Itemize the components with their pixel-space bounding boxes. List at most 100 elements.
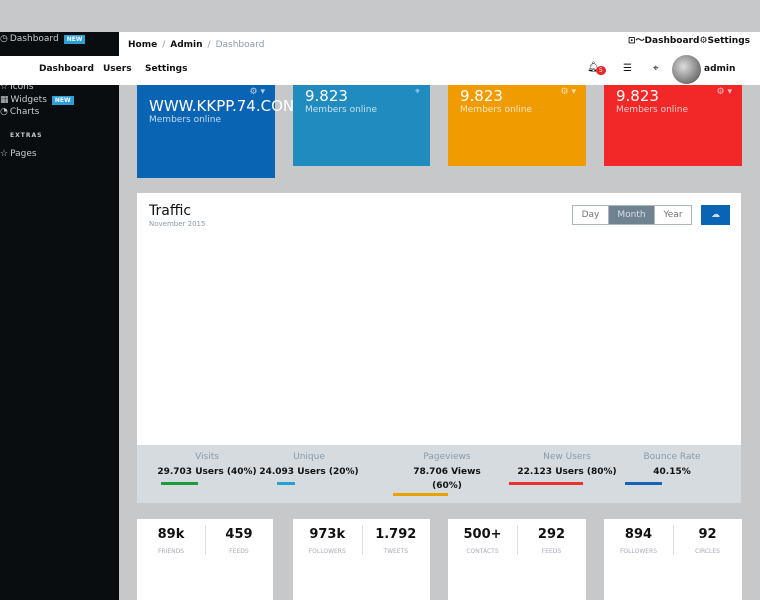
dashboard-icon: ◷: [0, 34, 8, 44]
stat-value: 29.703 Users (40%): [157, 467, 257, 477]
sidebar-section-extras: EXTRAS: [10, 132, 43, 139]
social-value: 973k: [309, 527, 346, 542]
social-stat: 92 CIRCLES: [673, 527, 742, 555]
stat-title: New Users: [543, 452, 591, 462]
social-label: FOLLOWERS: [619, 548, 658, 555]
stat-progress-bar: [393, 493, 449, 496]
stat-progress-bar: [277, 482, 296, 485]
social-value: 894: [624, 527, 653, 542]
social-stat: 500+ CONTACTS: [448, 527, 517, 555]
social-stat: 459 FEEDS: [205, 527, 273, 555]
divider: [361, 525, 363, 555]
cloud-download-button[interactable]: ☁: [701, 205, 730, 225]
stat-new-users: New Users 22.123 Users (80%): [509, 452, 625, 479]
top-nav: Dashboard Users Settings 🔔︎ 5 ☰ ⌖ admin: [0, 55, 760, 85]
social-stat: 973k FOLLOWERS: [293, 527, 362, 555]
stat-visits: Visits 29.703 Users (40%): [149, 452, 265, 479]
avatar[interactable]: [672, 55, 701, 84]
sidebar: ◷ Dashboard NEW ☆ Icons ▦ Widgets NEW ◔ Charts…: [0, 32, 119, 600]
nav-dashboard[interactable]: Dashboard: [39, 64, 94, 74]
stat-title: Bounce Rate: [643, 452, 701, 462]
stat-card-3: ⚙ ▾ 9.823 Members online: [448, 85, 586, 166]
traffic-title: Traffic: [149, 203, 192, 219]
star-icon: ☆: [0, 149, 9, 159]
stat-title: Unique: [293, 452, 325, 462]
location-icon[interactable]: ⌖: [415, 87, 420, 97]
social-card: 89k FRIENDS 459 FEEDS: [137, 519, 273, 600]
list-icon[interactable]: ☰: [623, 63, 632, 74]
card-label: Members online: [305, 105, 378, 115]
traffic-card: Traffic November 2015: [137, 193, 741, 445]
social-value: 92: [698, 527, 717, 542]
traffic-stats: Visits 29.703 Users (40%) Unique 24.093 Use…: [137, 445, 741, 503]
month-button[interactable]: Month: [608, 205, 655, 225]
social-label: FOLLOWERS: [308, 548, 346, 555]
stat-title: Pageviews: [423, 452, 471, 462]
social-card: 973k FOLLOWERS 1.792 TWEETS: [293, 519, 430, 600]
social-card: 500+ CONTACTS 292 FEEDS: [448, 519, 586, 600]
social-value: 89k: [157, 527, 185, 542]
stat-value: 78.706 Views (60%): [413, 467, 481, 491]
location-icon[interactable]: ⌖: [653, 63, 659, 74]
social-stat: 292 FEEDS: [517, 527, 586, 555]
card-label: Members online: [616, 105, 689, 115]
card-label: Members online: [460, 105, 533, 115]
social-label: CIRCLES: [695, 548, 720, 555]
new-badge: NEW: [51, 95, 74, 105]
stat-card-4: ⚙ ▾ 9.823 Members online: [604, 85, 742, 166]
gear-icon: ⚙: [699, 36, 708, 46]
stat-pageviews: Pageviews 78.706 Views (60%): [389, 452, 505, 493]
gear-dropdown-icon[interactable]: ⚙ ▾: [250, 87, 265, 97]
breadcrumb: Home / Admin / Dashboard: [128, 40, 265, 50]
social-card: 894 FOLLOWERS 92 CIRCLES: [604, 519, 742, 600]
stat-value: 40.15%: [653, 467, 691, 477]
breadcrumb-admin[interactable]: Admin: [170, 40, 202, 50]
stat-value: 22.123 Users (80%): [517, 467, 617, 477]
card-value: 9.823: [305, 87, 348, 105]
header-top: Home / Admin / Dashboard ⊡〜Dashboard⚙Setting…: [119, 32, 760, 56]
nav-settings[interactable]: Settings: [145, 64, 187, 74]
stat-progress-bar: [625, 482, 662, 485]
header-settings-link[interactable]: Settings: [708, 36, 750, 46]
chart-icon: ⊡〜: [628, 36, 645, 46]
sidebar-item-pages[interactable]: ☆ Pages: [0, 149, 37, 159]
social-label: CONTACTS: [466, 548, 499, 555]
gear-dropdown-icon[interactable]: ⚙ ▾: [717, 87, 732, 97]
sidebar-item-dashboard[interactable]: ◷ Dashboard NEW: [0, 34, 86, 44]
stat-progress-bar: [161, 482, 198, 485]
social-value: 292: [537, 527, 566, 542]
card-value: 9.823: [460, 87, 503, 105]
grid-icon: ▦: [0, 95, 9, 105]
day-button[interactable]: Day: [572, 205, 609, 225]
stat-progress-bar: [509, 482, 583, 485]
username[interactable]: admin: [704, 64, 735, 74]
divider: [205, 525, 206, 555]
social-label: FEEDS: [229, 548, 249, 555]
social-value: 500+: [463, 527, 502, 542]
gear-dropdown-icon[interactable]: ⚙ ▾: [561, 87, 576, 97]
sidebar-item-charts[interactable]: ◔ Charts: [0, 107, 39, 117]
card-label: Members online: [149, 115, 222, 125]
social-label: TWEETS: [383, 548, 409, 555]
social-label: FEEDS: [541, 548, 562, 555]
divider: [673, 525, 674, 555]
new-badge: NEW: [63, 34, 86, 44]
stat-title: Visits: [195, 452, 219, 462]
divider: [517, 525, 518, 555]
stat-unique: Unique 24.093 Users (20%): [251, 452, 367, 479]
pie-icon: ◔: [0, 107, 8, 117]
nav-users[interactable]: Users: [103, 64, 132, 74]
social-stat: 894 FOLLOWERS: [604, 527, 673, 555]
year-button[interactable]: Year: [654, 205, 692, 225]
sidebar-item-widgets[interactable]: ▦ Widgets NEW: [0, 95, 74, 105]
social-value: 459: [225, 527, 253, 542]
traffic-subtitle: November 2015: [149, 220, 206, 228]
stat-value: 24.093 Users (20%): [259, 467, 359, 477]
stat-card-2: ⌖ 9.823 Members online: [293, 85, 430, 166]
header-dashboard-link[interactable]: Dashboard: [645, 36, 700, 46]
social-stat: 89k FRIENDS: [137, 527, 205, 555]
breadcrumb-home[interactable]: Home: [128, 40, 157, 50]
social-stat: 1.792 TWEETS: [362, 527, 431, 555]
stat-card-1: ⚙ ▾ WWW.KKPP.74.CON_ Members online: [137, 85, 302, 178]
cloud-download-icon: ☁: [711, 210, 720, 220]
